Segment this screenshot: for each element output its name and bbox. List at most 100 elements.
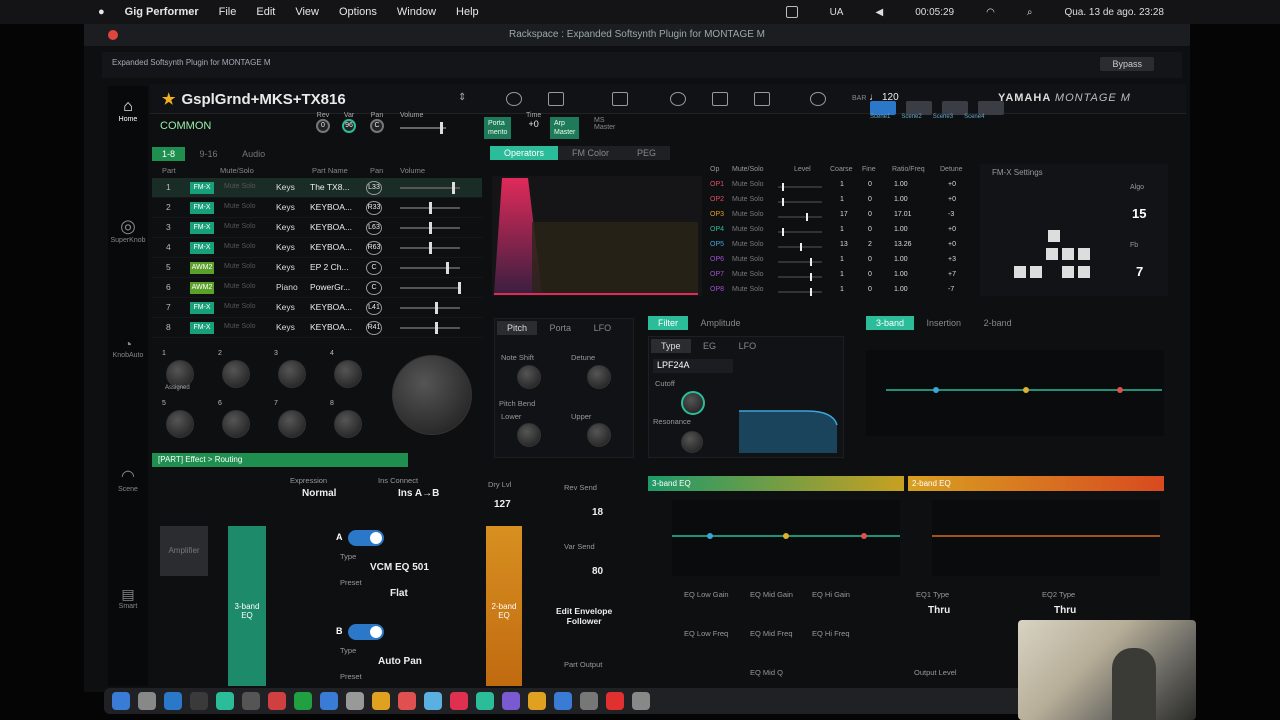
app-name[interactable]: Gig Performer xyxy=(125,6,199,18)
close-icon[interactable] xyxy=(108,30,118,40)
volume-slider[interactable] xyxy=(400,287,460,289)
volume-slider-handle[interactable] xyxy=(452,182,456,194)
op-fine[interactable]: 0 xyxy=(868,286,872,293)
op-mute-solo[interactable]: Mute Solo xyxy=(732,271,764,278)
tab-peg[interactable]: PEG xyxy=(623,146,671,160)
scene3-button[interactable] xyxy=(942,101,968,115)
amplifier-block[interactable]: Amplifier xyxy=(160,526,208,576)
ins-b-type[interactable]: Auto Pan xyxy=(378,656,422,667)
gear-icon[interactable] xyxy=(810,92,826,106)
search-icon[interactable] xyxy=(506,92,522,106)
op-level-handle[interactable] xyxy=(800,243,802,251)
mute-solo-buttons[interactable]: Mute Solo xyxy=(224,203,256,210)
op-level-slider[interactable] xyxy=(778,273,822,281)
ins-a-preset[interactable]: Flat xyxy=(390,588,408,599)
ins-a-type[interactable]: VCM EQ 501 xyxy=(370,562,429,573)
dock-app-icon[interactable] xyxy=(320,692,338,710)
op-fine[interactable]: 2 xyxy=(868,241,872,248)
op-level-handle[interactable] xyxy=(782,228,784,236)
mute-solo-buttons[interactable]: Mute Solo xyxy=(224,263,256,270)
op-level-slider[interactable] xyxy=(778,258,822,266)
wifi-icon[interactable]: ◠ xyxy=(986,7,995,18)
folder-icon[interactable] xyxy=(612,92,628,106)
volume-slider[interactable] xyxy=(400,187,460,189)
op-level-slider[interactable] xyxy=(778,198,822,206)
dock-app-icon[interactable] xyxy=(580,692,598,710)
part-name[interactable]: KEYBOA... xyxy=(310,202,352,212)
op-level-slider[interactable] xyxy=(778,228,822,236)
part-row[interactable]: 6 AWM2 Mute Solo Piano PowerGr... C xyxy=(152,278,482,298)
nav-knobauto[interactable]: ◔ KnobAuto xyxy=(108,336,148,359)
op-detune[interactable]: +0 xyxy=(948,181,956,188)
nav-smart[interactable]: ▤ Smart xyxy=(108,586,148,610)
op-fine[interactable]: 0 xyxy=(868,211,872,218)
pan-knob[interactable]: L33 xyxy=(366,181,382,195)
clock[interactable]: Qua. 13 de ago. 23:28 xyxy=(1064,7,1164,18)
op-detune[interactable]: +0 xyxy=(948,241,956,248)
arp-master-button[interactable]: Arp Master xyxy=(550,117,580,139)
routing-header[interactable]: [PART] Effect > Routing xyxy=(152,453,408,467)
part-name[interactable]: KEYBOA... xyxy=(310,302,352,312)
ms-master-button[interactable]: MS Master xyxy=(594,117,615,131)
op-level-handle[interactable] xyxy=(810,273,812,281)
fb-value[interactable]: 7 xyxy=(1136,264,1143,279)
part-row[interactable]: 2 FM-X Mute Solo Keys KEYBOA... R33 xyxy=(152,198,482,218)
nav-scene[interactable]: ◠ Scene xyxy=(108,466,148,493)
volume-slider[interactable] xyxy=(400,327,460,329)
var-send-value[interactable]: 80 xyxy=(592,566,603,577)
part-row[interactable]: 1 FM-X Mute Solo Keys The TX8... L33 xyxy=(152,178,482,198)
super-knob[interactable] xyxy=(392,355,472,435)
detune-knob[interactable] xyxy=(587,365,611,389)
op-ratio[interactable]: 17.01 xyxy=(894,211,912,218)
op-detune[interactable]: +7 xyxy=(948,271,956,278)
expression-value[interactable]: Normal xyxy=(302,488,336,499)
op-mute-solo[interactable]: Mute Solo xyxy=(732,181,764,188)
tab-filter[interactable]: Filter xyxy=(648,316,688,330)
pan-knob[interactable]: R33 xyxy=(366,201,382,215)
op-coarse[interactable]: 1 xyxy=(840,181,844,188)
mute-solo-buttons[interactable]: Mute Solo xyxy=(224,243,256,250)
eq2-type-value[interactable]: Thru xyxy=(1054,605,1076,616)
part-name[interactable]: KEYBOA... xyxy=(310,322,352,332)
op-fine[interactable]: 0 xyxy=(868,256,872,263)
part-name[interactable]: The TX8... xyxy=(310,182,350,192)
menu-options[interactable]: Options xyxy=(339,6,377,18)
ins-b-toggle[interactable] xyxy=(348,624,384,640)
op-coarse[interactable]: 1 xyxy=(840,196,844,203)
tab-filter-lfo[interactable]: LFO xyxy=(729,339,767,353)
operator-row[interactable]: OP6 Mute Solo 1 0 1.00 +3 xyxy=(708,256,978,271)
pan-knob[interactable]: R41 xyxy=(366,321,382,335)
preset-name[interactable]: ★ GsplGrnd+MKS+TX816 xyxy=(162,90,346,108)
eq2-block[interactable]: 2-band EQ xyxy=(486,526,522,686)
tab-9-16[interactable]: 9-16 xyxy=(190,147,228,161)
tab-fm-color[interactable]: FM Color xyxy=(558,146,624,160)
part-row[interactable]: 3 FM-X Mute Solo Keys KEYBOA... L63 xyxy=(152,218,482,238)
volume-slider-handle[interactable] xyxy=(434,322,438,334)
op-level-handle[interactable] xyxy=(810,288,812,296)
tab-porta[interactable]: Porta xyxy=(540,321,582,335)
part-name[interactable]: EP 2 Ch... xyxy=(310,262,349,272)
op-mute-solo[interactable]: Mute Solo xyxy=(732,211,764,218)
op-ratio[interactable]: 13.26 xyxy=(894,241,912,248)
op-level-handle[interactable] xyxy=(806,213,808,221)
assign-knob[interactable] xyxy=(222,410,250,438)
mute-solo-buttons[interactable]: Mute Solo xyxy=(224,323,256,330)
op-ratio[interactable]: 1.00 xyxy=(894,196,908,203)
tab-3band[interactable]: 3-band xyxy=(866,316,915,330)
op-coarse[interactable]: 1 xyxy=(840,286,844,293)
display-icon[interactable] xyxy=(785,6,798,18)
tab-pitch-lfo[interactable]: LFO xyxy=(584,321,622,335)
eq3-graph[interactable] xyxy=(866,350,1164,436)
tab-filter-type[interactable]: Type xyxy=(651,339,691,353)
volume-slider-handle[interactable] xyxy=(429,242,432,254)
part-row[interactable]: 5 AWM2 Mute Solo Keys EP 2 Ch... C xyxy=(152,258,482,278)
volume-slider-handle[interactable] xyxy=(458,282,461,294)
assign-knob[interactable] xyxy=(166,410,194,438)
dock-app-icon[interactable] xyxy=(372,692,390,710)
op-level-slider[interactable] xyxy=(778,288,822,296)
pan-knob[interactable]: L63 xyxy=(366,221,382,235)
op-coarse[interactable]: 1 xyxy=(840,271,844,278)
op-coarse[interactable]: 17 xyxy=(840,211,848,218)
menu-edit[interactable]: Edit xyxy=(256,6,275,18)
tab-amplitude[interactable]: Amplitude xyxy=(691,316,751,330)
